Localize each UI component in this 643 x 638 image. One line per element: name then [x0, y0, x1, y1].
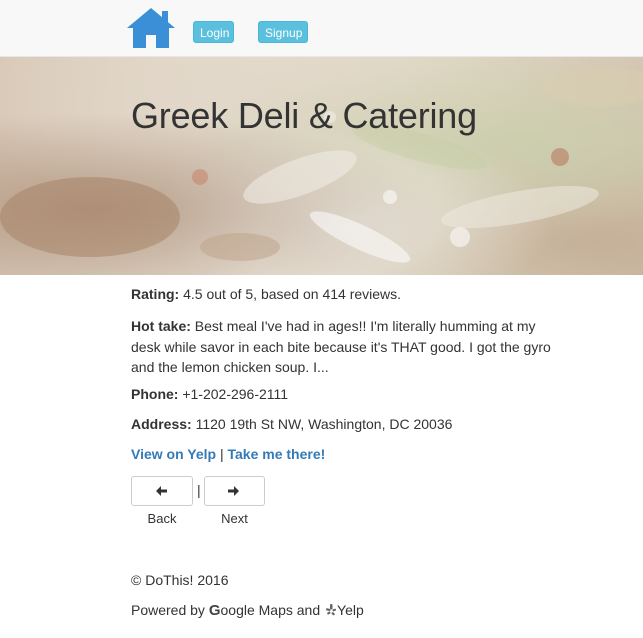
footer-powered-by: Powered by Google Maps and Yelp — [131, 602, 364, 619]
navbar: Login Signup — [0, 0, 643, 57]
page-title: Greek Deli & Catering — [131, 95, 477, 136]
phone-label: Phone: — [131, 386, 179, 402]
yelp-icon — [326, 604, 337, 616]
home-icon — [127, 8, 175, 48]
address-label: Address: — [131, 416, 192, 432]
phone-row: Phone: +1-202-296-2111 — [131, 386, 288, 402]
phone-value: +1-202-296-2111 — [182, 386, 289, 402]
home-link[interactable] — [125, 6, 177, 50]
arrow-left-icon — [155, 486, 167, 496]
links-separator: | — [219, 446, 224, 462]
hot-take-value: Best meal I've had in ages!! I'm literal… — [131, 318, 551, 375]
hot-take-label: Hot take: — [131, 318, 191, 334]
address-row: Address: 1120 19th St NW, Washington, DC… — [131, 416, 452, 432]
yelp-text: Yelp — [337, 602, 364, 618]
powered-by-text: Powered by — [131, 602, 205, 618]
address-value: 1120 19th St NW, Washington, DC 20036 — [195, 416, 453, 432]
view-on-yelp-link[interactable]: View on Yelp — [131, 446, 216, 462]
back-button[interactable]: Back — [131, 476, 193, 526]
signup-button[interactable]: Signup — [258, 21, 308, 43]
rating-value: 4.5 out of 5, based on 414 reviews. — [183, 286, 402, 302]
links-row: View on Yelp | Take me there! — [131, 446, 325, 462]
take-me-there-link[interactable]: Take me there! — [228, 446, 326, 462]
next-button-label: Next — [221, 511, 248, 526]
google-maps-text: oogle Maps and — [220, 602, 321, 618]
rating-label: Rating: — [131, 286, 180, 302]
footer-copyright: © DoThis! 2016 — [131, 572, 229, 588]
hero-background-image — [0, 67, 643, 263]
login-button[interactable]: Login — [193, 21, 234, 43]
arrow-right-icon — [228, 486, 239, 496]
hero-banner: Greek Deli & Catering — [0, 57, 643, 275]
back-button-label: Back — [147, 511, 177, 526]
pager-separator: | — [197, 482, 201, 498]
rating-row: Rating: 4.5 out of 5, based on 414 revie… — [131, 286, 401, 302]
next-button[interactable]: Next — [204, 476, 265, 526]
hot-take-row: Hot take: Best meal I've had in ages!! I… — [131, 316, 551, 378]
google-logo: G — [208, 602, 221, 619]
